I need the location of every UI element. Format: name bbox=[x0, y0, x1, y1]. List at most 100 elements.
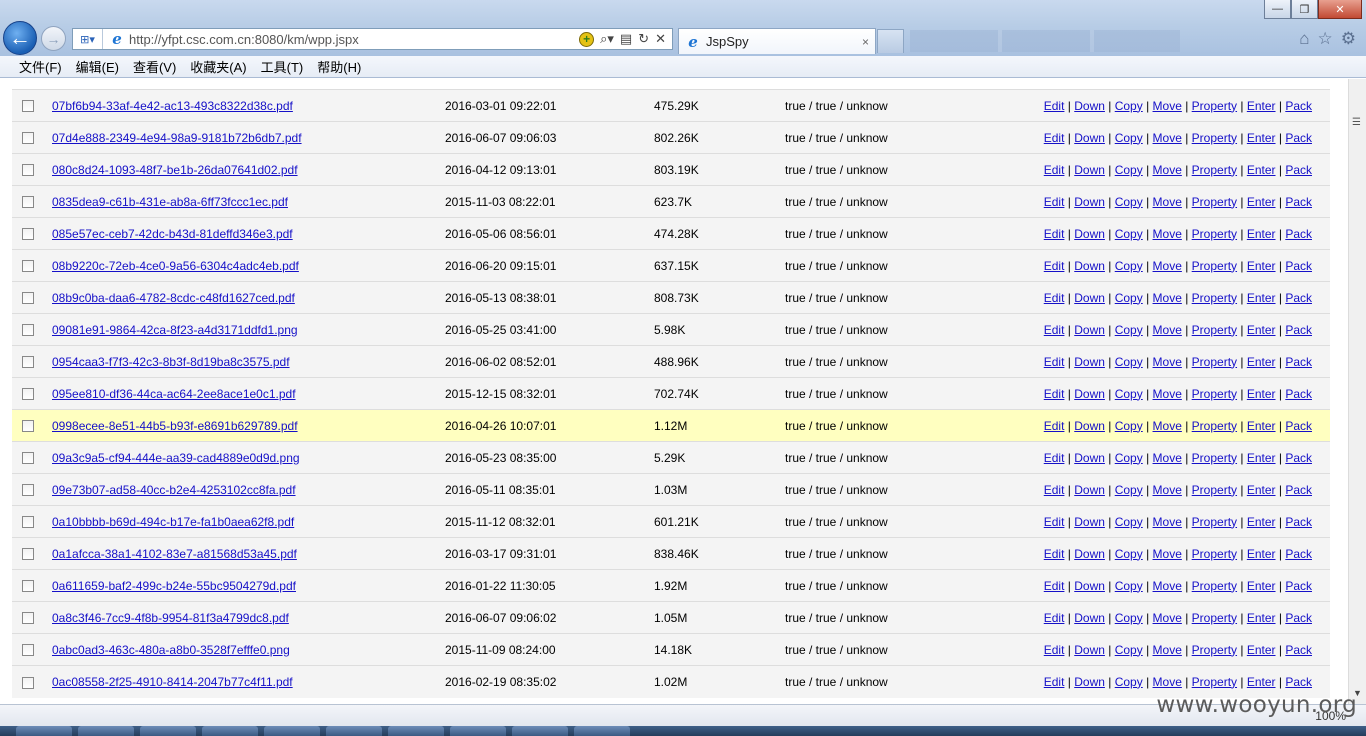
property-link[interactable]: Property bbox=[1192, 451, 1237, 465]
copy-link[interactable]: Copy bbox=[1115, 451, 1143, 465]
copy-link[interactable]: Copy bbox=[1115, 515, 1143, 529]
pack-link[interactable]: Pack bbox=[1285, 483, 1312, 497]
menu-favorites[interactable]: 收藏夹(A) bbox=[190, 57, 246, 76]
url-text[interactable]: http://yfpt.csc.com.cn:8080/km/wpp.jspx bbox=[129, 32, 579, 47]
copy-link[interactable]: Copy bbox=[1115, 643, 1143, 657]
move-link[interactable]: Move bbox=[1153, 419, 1182, 433]
move-link[interactable]: Move bbox=[1153, 547, 1182, 561]
forward-button[interactable]: → bbox=[41, 26, 66, 51]
down-link[interactable]: Down bbox=[1074, 451, 1105, 465]
copy-link[interactable]: Copy bbox=[1115, 547, 1143, 561]
pack-link[interactable]: Pack bbox=[1285, 99, 1312, 113]
enter-link[interactable]: Enter bbox=[1247, 611, 1276, 625]
property-link[interactable]: Property bbox=[1192, 643, 1237, 657]
copy-link[interactable]: Copy bbox=[1115, 355, 1143, 369]
file-name-link[interactable]: 08b9220c-72eb-4ce0-9a56-6304c4adc4eb.pdf bbox=[52, 259, 299, 273]
close-window-button[interactable]: ✕ bbox=[1318, 0, 1362, 19]
back-button[interactable]: ← bbox=[3, 21, 37, 55]
pack-link[interactable]: Pack bbox=[1285, 643, 1312, 657]
pack-link[interactable]: Pack bbox=[1285, 259, 1312, 273]
move-link[interactable]: Move bbox=[1153, 387, 1182, 401]
down-link[interactable]: Down bbox=[1074, 483, 1105, 497]
enter-link[interactable]: Enter bbox=[1247, 579, 1276, 593]
edit-link[interactable]: Edit bbox=[1044, 227, 1065, 241]
edit-link[interactable]: Edit bbox=[1044, 579, 1065, 593]
edit-link[interactable]: Edit bbox=[1044, 355, 1065, 369]
down-link[interactable]: Down bbox=[1074, 675, 1105, 689]
pack-link[interactable]: Pack bbox=[1285, 515, 1312, 529]
pack-link[interactable]: Pack bbox=[1285, 579, 1312, 593]
row-checkbox[interactable] bbox=[22, 356, 34, 369]
taskbar-item[interactable] bbox=[202, 726, 258, 736]
tab-close-icon[interactable]: × bbox=[862, 35, 869, 49]
file-name-link[interactable]: 0a8c3f46-7cc9-4f8b-9954-81f3a4799dc8.pdf bbox=[52, 611, 289, 625]
copy-link[interactable]: Copy bbox=[1115, 131, 1143, 145]
pack-link[interactable]: Pack bbox=[1285, 355, 1312, 369]
pack-link[interactable]: Pack bbox=[1285, 227, 1312, 241]
file-name-link[interactable]: 085e57ec-ceb7-42dc-b43d-81deffd346e3.pdf bbox=[52, 227, 293, 241]
down-link[interactable]: Down bbox=[1074, 643, 1105, 657]
edit-link[interactable]: Edit bbox=[1044, 515, 1065, 529]
move-link[interactable]: Move bbox=[1153, 451, 1182, 465]
taskbar-item[interactable] bbox=[16, 726, 72, 736]
row-checkbox[interactable] bbox=[22, 100, 34, 113]
taskbar-item[interactable] bbox=[264, 726, 320, 736]
down-link[interactable]: Down bbox=[1074, 611, 1105, 625]
pack-link[interactable]: Pack bbox=[1285, 163, 1312, 177]
down-link[interactable]: Down bbox=[1074, 259, 1105, 273]
copy-link[interactable]: Copy bbox=[1115, 675, 1143, 689]
copy-link[interactable]: Copy bbox=[1115, 579, 1143, 593]
move-link[interactable]: Move bbox=[1153, 355, 1182, 369]
enter-link[interactable]: Enter bbox=[1247, 227, 1276, 241]
menu-help[interactable]: 帮助(H) bbox=[317, 57, 361, 76]
file-name-link[interactable]: 09081e91-9864-42ca-8f23-a4d3171ddfd1.png bbox=[52, 323, 298, 337]
down-link[interactable]: Down bbox=[1074, 163, 1105, 177]
edit-link[interactable]: Edit bbox=[1044, 163, 1065, 177]
enter-link[interactable]: Enter bbox=[1247, 131, 1276, 145]
enter-link[interactable]: Enter bbox=[1247, 419, 1276, 433]
scrollbar-grip-icon[interactable]: ☰ bbox=[1352, 117, 1361, 128]
move-link[interactable]: Move bbox=[1153, 675, 1182, 689]
favorites-star-icon[interactable]: ☆ bbox=[1318, 29, 1333, 49]
property-link[interactable]: Property bbox=[1192, 515, 1237, 529]
down-link[interactable]: Down bbox=[1074, 99, 1105, 113]
row-checkbox[interactable] bbox=[22, 132, 34, 145]
property-link[interactable]: Property bbox=[1192, 419, 1237, 433]
enter-link[interactable]: Enter bbox=[1247, 259, 1276, 273]
tab-jspspy[interactable]: e JspSpy × bbox=[678, 28, 876, 54]
taskbar-item[interactable] bbox=[574, 726, 630, 736]
taskbar-item[interactable] bbox=[140, 726, 196, 736]
edit-link[interactable]: Edit bbox=[1044, 675, 1065, 689]
taskbar-item[interactable] bbox=[512, 726, 568, 736]
row-checkbox[interactable] bbox=[22, 484, 34, 497]
copy-link[interactable]: Copy bbox=[1115, 259, 1143, 273]
copy-link[interactable]: Copy bbox=[1115, 291, 1143, 305]
property-link[interactable]: Property bbox=[1192, 291, 1237, 305]
compatibility-view-icon[interactable]: ⊞▾ bbox=[73, 29, 103, 49]
file-name-link[interactable]: 0abc0ad3-463c-480a-a8b0-3528f7efffe0.png bbox=[52, 643, 290, 657]
row-checkbox[interactable] bbox=[22, 420, 34, 433]
edit-link[interactable]: Edit bbox=[1044, 99, 1065, 113]
edit-link[interactable]: Edit bbox=[1044, 259, 1065, 273]
copy-link[interactable]: Copy bbox=[1115, 195, 1143, 209]
new-tab-button[interactable] bbox=[877, 29, 904, 53]
down-link[interactable]: Down bbox=[1074, 355, 1105, 369]
pack-link[interactable]: Pack bbox=[1285, 547, 1312, 561]
enter-link[interactable]: Enter bbox=[1247, 547, 1276, 561]
enter-link[interactable]: Enter bbox=[1247, 291, 1276, 305]
down-link[interactable]: Down bbox=[1074, 227, 1105, 241]
property-link[interactable]: Property bbox=[1192, 355, 1237, 369]
file-name-link[interactable]: 0a611659-baf2-499c-b24e-55bc9504279d.pdf bbox=[52, 579, 296, 593]
row-checkbox[interactable] bbox=[22, 516, 34, 529]
row-checkbox[interactable] bbox=[22, 164, 34, 177]
property-link[interactable]: Property bbox=[1192, 163, 1237, 177]
row-checkbox[interactable] bbox=[22, 452, 34, 465]
file-name-link[interactable]: 07d4e888-2349-4e94-98a9-9181b72b6db7.pdf bbox=[52, 131, 302, 145]
edit-link[interactable]: Edit bbox=[1044, 611, 1065, 625]
edit-link[interactable]: Edit bbox=[1044, 195, 1065, 209]
enter-link[interactable]: Enter bbox=[1247, 195, 1276, 209]
home-icon[interactable]: ⌂ bbox=[1299, 29, 1309, 49]
menu-edit[interactable]: 编辑(E) bbox=[76, 57, 119, 76]
down-link[interactable]: Down bbox=[1074, 291, 1105, 305]
address-bar[interactable]: ⊞▾ e http://yfpt.csc.com.cn:8080/km/wpp.… bbox=[72, 28, 673, 50]
